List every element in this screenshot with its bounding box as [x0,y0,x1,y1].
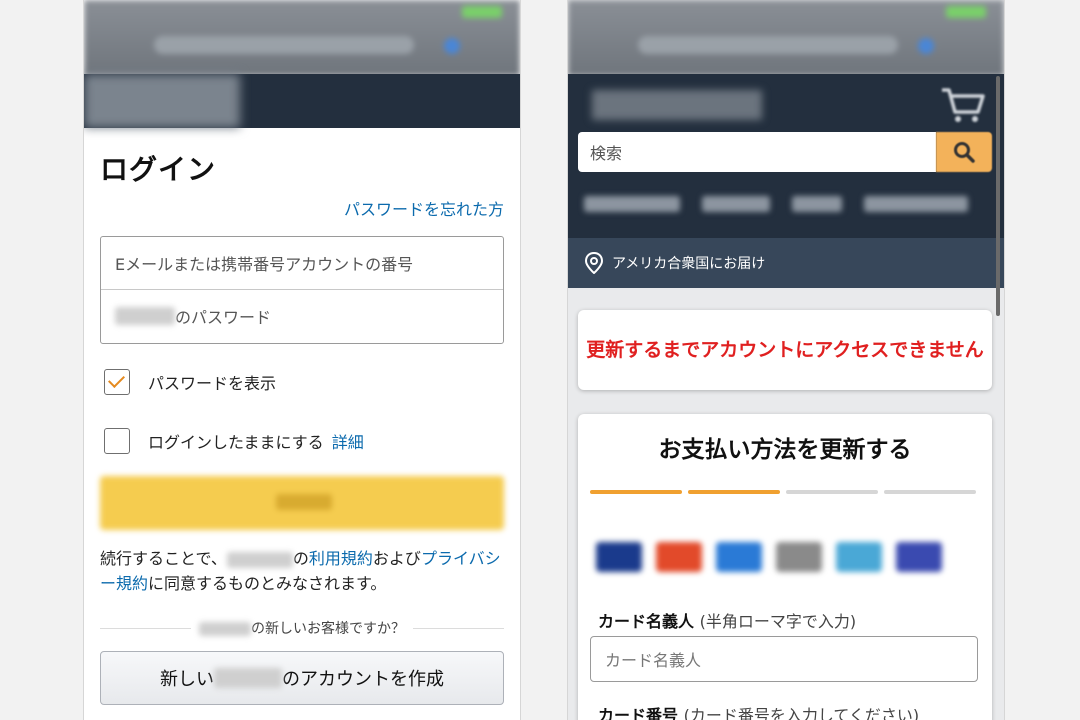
legal-prefix: 続行することで、 [100,549,227,568]
email-placeholder: Eメールまたは携帯番号アカウントの番号 [115,255,414,274]
step-4 [884,490,976,494]
deliver-to-text: アメリカ合衆国にお届け [612,256,766,272]
payment-title: お支払い方法を更新する [658,437,912,463]
new-customer-text: の新しいお客様ですか？ [251,621,405,637]
alert-card: 更新するまでアカウントにアクセスできません [578,310,992,390]
browser-chrome-blurred [84,0,520,76]
progress-steps [590,490,976,494]
browser-chrome-blurred [568,0,1004,76]
brand-name-blurred [214,668,282,688]
create-account-suffix: のアカウントを作成 [282,669,444,690]
payment-card: お支払い方法を更新する カード名義人 (半角ローマ字で入力) カード名義人 カー… [578,414,992,720]
scrollbar[interactable] [996,76,1000,316]
alert-message: 更新するまでアカウントにアクセスできません [586,339,984,361]
create-account-button[interactable]: 新しい のアカウントを作成 [100,651,504,705]
deliver-to-bar[interactable]: アメリカ合衆国にお届け [568,238,1004,288]
stay-signed-in-label: ログインしたままにする [148,433,324,452]
signin-button-blurred[interactable] [100,476,504,530]
location-pin-icon [584,252,604,274]
new-customer-heading: の新しいお客様ですか？ [84,618,520,638]
details-link[interactable]: 詳細 [332,429,364,453]
forgot-password-link[interactable]: パスワードを忘れた方 [344,196,504,220]
search-button[interactable] [936,132,992,172]
legal-notice: 続行することで、 の利用規約およびプライバシー規約に同意するものとみなされます。 [100,546,506,596]
credentials-box: Eメールまたは携帯番号アカウントの番号 のパスワード [100,236,504,344]
step-2 [688,490,780,494]
show-password-row[interactable]: パスワードを表示 [104,369,276,395]
cardholder-label-text: カード名義人 [598,612,695,631]
search-icon [954,142,975,163]
amazon-header: 検索 [568,74,1004,238]
show-password-checkbox[interactable] [104,369,130,395]
password-field[interactable]: のパスワード [101,290,503,342]
search-input[interactable]: 検索 [578,132,936,172]
create-account-prefix: 新しい [160,669,214,690]
cardholder-placeholder: カード名義人 [605,651,702,670]
cart-icon[interactable] [940,84,986,124]
step-3 [786,490,878,494]
password-placeholder: のパスワード [175,308,272,327]
terms-link[interactable]: 利用規約 [309,549,373,568]
cardholder-input[interactable]: カード名義人 [590,636,978,682]
stay-signed-in-checkbox[interactable] [104,428,130,454]
step-1 [590,490,682,494]
brand-name-blurred [199,622,251,636]
legal-and: および [372,549,421,568]
card-number-hint: (カード番号を入力してください) [683,706,920,720]
card-number-label: カード番号 (カード番号を入力してください) [598,702,919,720]
card-number-label-text: カード番号 [598,706,679,720]
cardholder-hint: (半角ローマ字で入力) [699,612,857,631]
payment-update-screen: 検索 アメリカ合衆国にお届け 更新するまでアカウントにアクセスできません お支払… [568,0,1004,720]
search-placeholder: 検索 [590,144,623,163]
category-nav-blurred[interactable] [584,196,968,214]
logo-blurred [592,90,762,120]
stay-signed-in-row[interactable]: ログインしたままにする 詳細 [104,428,364,454]
login-screen: ログイン パスワードを忘れた方 Eメールまたは携帯番号アカウントの番号 のパスワ… [84,0,520,720]
show-password-label: パスワードを表示 [148,374,277,393]
brand-name-blurred [226,551,293,568]
brand-name-blurred [115,307,175,325]
page-title: ログイン [100,153,217,186]
amazon-header [84,74,520,128]
logo-blurred [84,74,240,128]
legal-suffix: に同意するものとみなされます。 [148,574,387,593]
cardholder-label: カード名義人 (半角ローマ字で入力) [598,608,856,632]
legal-no: の [292,549,309,568]
search-bar: 検索 [578,132,992,172]
email-field[interactable]: Eメールまたは携帯番号アカウントの番号 [101,237,503,290]
card-brand-logos-blurred [596,542,942,572]
